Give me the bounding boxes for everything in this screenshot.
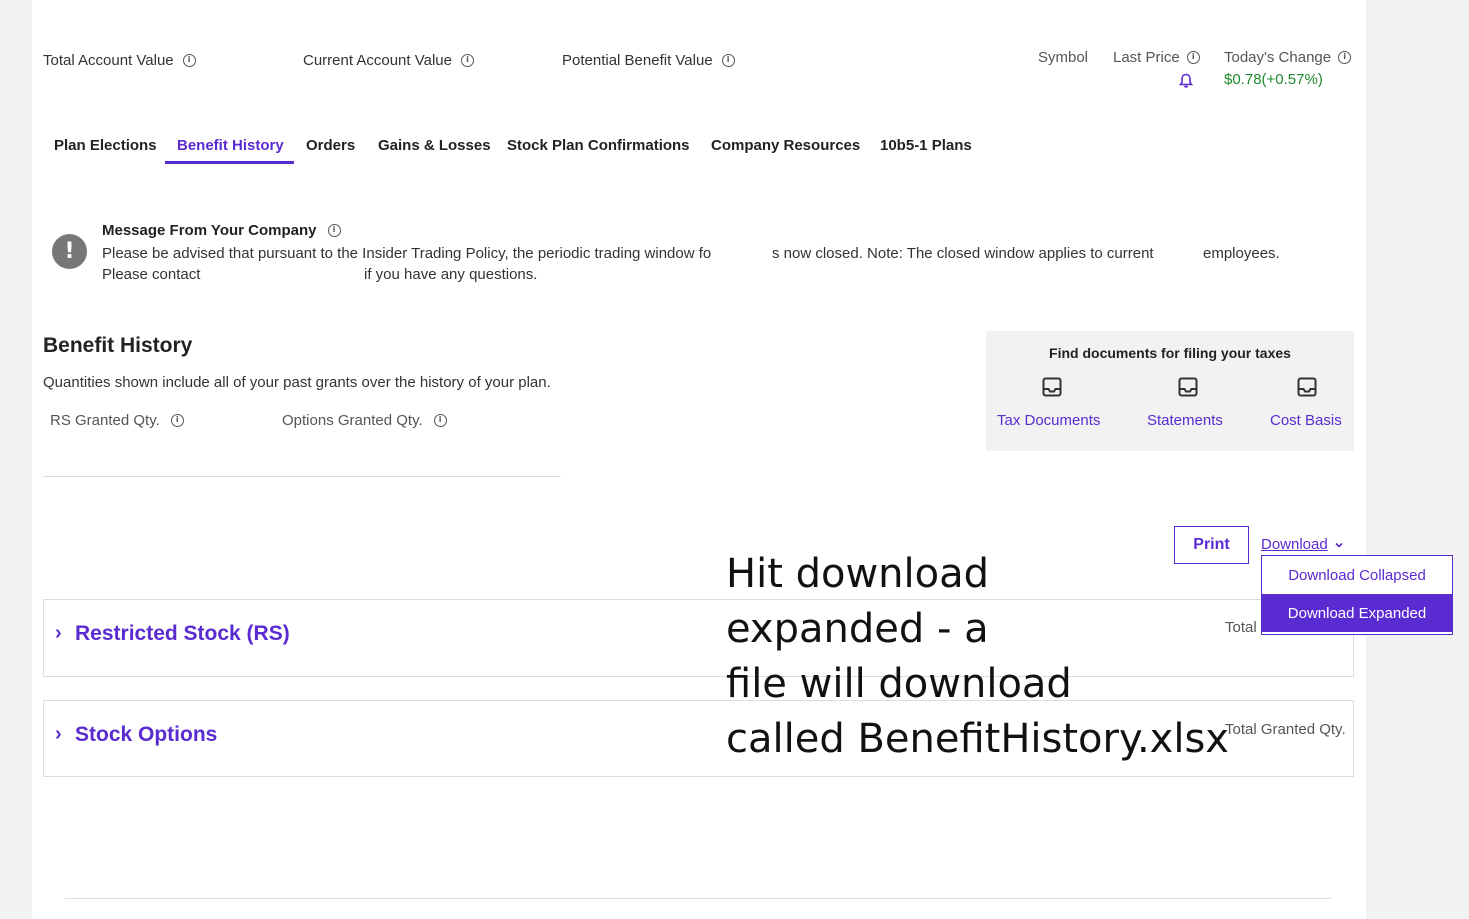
statements-link[interactable]: Statements: [1147, 412, 1223, 429]
chevron-down-icon: [1335, 542, 1343, 548]
tax-documents-title: Find documents for filing your taxes: [1049, 345, 1291, 361]
tab-gains-losses[interactable]: Gains & Losses: [378, 137, 491, 164]
active-tab-indicator: [165, 161, 294, 164]
benefit-history-subtitle: Quantities shown include all of your pas…: [43, 374, 551, 391]
info-icon[interactable]: i: [327, 223, 341, 237]
tax-documents-panel: Find documents for filing your taxes Tax…: [986, 331, 1354, 451]
options-total-granted-label: Total Granted Qty.: [1225, 721, 1346, 738]
chevron-right-icon: ›: [55, 622, 62, 644]
tab-10b5-1-plans[interactable]: 10b5-1 Plans: [880, 137, 972, 164]
download-dropdown-menu: Download Collapsed Download Expanded: [1261, 555, 1453, 635]
inbox-icon[interactable]: [1042, 377, 1062, 397]
benefit-history-title: Benefit History: [43, 334, 193, 357]
download-expanded-option[interactable]: Download Expanded: [1262, 594, 1452, 632]
download-toggle[interactable]: Download: [1261, 536, 1344, 554]
tab-plan-elections[interactable]: Plan Elections: [54, 137, 157, 164]
rs-granted-qty-label: RS Granted Qty. i: [50, 412, 184, 429]
inbox-icon[interactable]: [1297, 377, 1317, 397]
tab-company-resources[interactable]: Company Resources: [711, 137, 860, 164]
cost-basis-link[interactable]: Cost Basis: [1270, 412, 1342, 429]
options-granted-qty-label: Options Granted Qty. i: [282, 412, 447, 429]
inbox-icon[interactable]: [1178, 377, 1198, 397]
info-icon[interactable]: i: [1186, 50, 1200, 64]
info-icon[interactable]: i: [460, 53, 474, 67]
alert-icon: !: [52, 234, 87, 269]
tax-documents-link[interactable]: Tax Documents: [997, 412, 1100, 429]
page: Total Account Value i Current Account Val…: [32, 0, 1453, 919]
todays-change-label: Today's Change i: [1224, 49, 1352, 66]
restricted-stock-title: Restricted Stock (RS): [75, 622, 290, 645]
info-icon[interactable]: i: [182, 53, 196, 67]
tab-benefit-history[interactable]: Benefit History: [177, 137, 284, 164]
message-line2-b: if you have any questions.: [364, 266, 538, 283]
symbol-label: Symbol: [1038, 49, 1089, 66]
bell-icon[interactable]: [1179, 73, 1193, 89]
message-title: Message From Your Company i: [102, 222, 341, 239]
info-icon[interactable]: i: [170, 413, 184, 427]
info-icon[interactable]: i: [721, 53, 735, 67]
tab-orders[interactable]: Orders: [306, 137, 355, 164]
last-price-label: Last Price i: [1113, 49, 1200, 66]
tab-stock-plan-confirmations[interactable]: Stock Plan Confirmations: [507, 137, 690, 164]
stock-options-title: Stock Options: [75, 723, 218, 746]
rs-total-label: Total: [1225, 619, 1257, 636]
todays-change-value: $0.78(+0.57%): [1224, 71, 1323, 88]
message-line1-a: Please be advised that pursuant to the I…: [102, 245, 712, 262]
info-icon[interactable]: i: [433, 413, 447, 427]
total-account-value-label: Total Account Value i: [43, 52, 196, 69]
message-line1-c: employees.: [1203, 245, 1280, 262]
message-line2-a: Please contact: [102, 266, 201, 283]
info-icon[interactable]: i: [1338, 50, 1352, 64]
section-divider: [43, 476, 561, 477]
instruction-annotation: Hit download expanded - a file will down…: [726, 551, 1229, 762]
footer-divider: [65, 898, 1331, 899]
potential-benefit-value-label: Potential Benefit Value i: [562, 52, 735, 69]
message-line1-b: s now closed. Note: The closed window ap…: [772, 245, 1154, 262]
chevron-right-icon: ›: [55, 723, 62, 745]
current-account-value-label: Current Account Value i: [303, 52, 474, 69]
download-collapsed-option[interactable]: Download Collapsed: [1262, 556, 1452, 594]
